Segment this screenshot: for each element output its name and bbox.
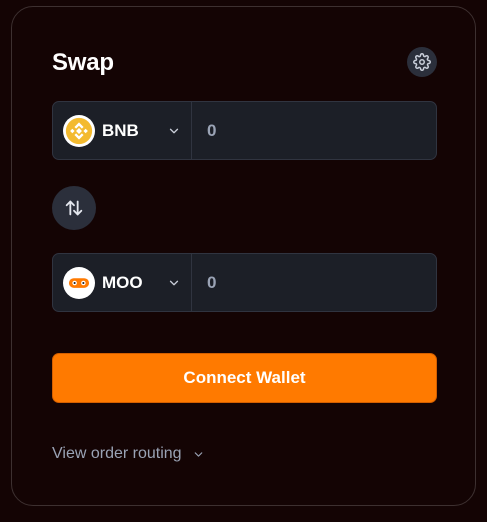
chevron-down-icon — [167, 124, 181, 138]
chevron-down-icon — [167, 276, 181, 290]
bnb-logo-icon — [63, 114, 95, 147]
from-token-select[interactable]: BNB — [53, 102, 192, 159]
to-token-row: MOO — [52, 253, 437, 312]
to-amount-input[interactable] — [192, 254, 436, 311]
chevron-down-icon — [192, 448, 205, 461]
view-order-routing-toggle[interactable]: View order routing — [52, 445, 205, 463]
swap-arrows-icon — [65, 200, 83, 216]
routing-label: View order routing — [52, 445, 182, 462]
from-token-row: BNB — [52, 101, 437, 160]
to-token-select[interactable]: MOO — [53, 254, 192, 311]
moo-logo-icon — [63, 266, 95, 299]
to-token-symbol: MOO — [102, 272, 143, 292]
connect-wallet-button[interactable]: Connect Wallet — [52, 353, 437, 403]
swap-title: Swap — [52, 49, 114, 76]
from-token-symbol: BNB — [102, 120, 139, 140]
swap-card: Swap BNB 0 MOO 0 Connect Wallet View ord… — [11, 6, 476, 506]
switch-tokens-button[interactable] — [52, 186, 96, 230]
settings-button[interactable] — [407, 47, 437, 77]
gear-icon — [413, 53, 431, 71]
from-amount-input[interactable] — [192, 102, 436, 159]
